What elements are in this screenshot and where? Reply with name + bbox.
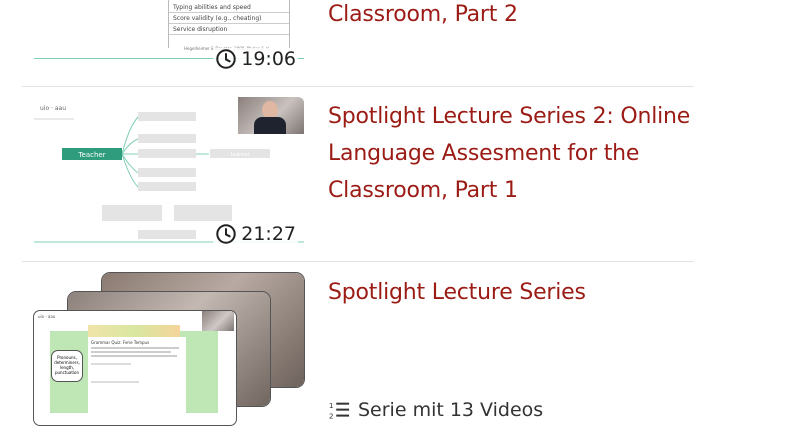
numbered-list-icon: 1 2 bbox=[329, 401, 350, 420]
video-item[interactable]: Typing abilities and speed Score validit… bbox=[22, 0, 694, 86]
duration-text: 19:06 bbox=[241, 48, 296, 70]
svg-text:1: 1 bbox=[329, 401, 334, 410]
title-line: Spotlight Lecture Series 2: Online bbox=[328, 104, 691, 129]
title-line: Spotlight Lecture Series bbox=[328, 280, 586, 305]
slide-text: Score validity (e.g., cheating) bbox=[173, 15, 262, 22]
slide-text: Typing abilities and speed bbox=[173, 4, 251, 11]
clock-icon bbox=[216, 49, 236, 69]
video-thumbnail[interactable]: uio · aau Teacher Learner 21:27 bbox=[34, 97, 304, 249]
video-title[interactable]: Spotlight Lecture Series 2: Online Langu… bbox=[328, 98, 698, 209]
thumb-page-title: Grammar Quiz: Ferie Tempus bbox=[91, 340, 150, 345]
duration-badge: 19:06 bbox=[213, 48, 298, 70]
series-item[interactable]: uio · aau Grammar Quiz: Ferie Tempus Pro… bbox=[22, 262, 694, 431]
video-item[interactable]: uio · aau Teacher Learner 21:27 Spotligh… bbox=[22, 87, 694, 261]
title-line: Classroom, Part 1 bbox=[328, 178, 518, 203]
svg-text:uio · aau: uio · aau bbox=[40, 105, 66, 112]
series-title[interactable]: Spotlight Lecture Series bbox=[328, 274, 698, 311]
speaker-video-inset bbox=[238, 97, 304, 134]
title-line: Classroom, Part 2 bbox=[328, 2, 518, 27]
series-count-label: Serie mit 13 Videos bbox=[358, 399, 544, 421]
series-count: 1 2 Serie mit 13 Videos bbox=[328, 399, 543, 421]
stack-card-front: uio · aau Grammar Quiz: Ferie Tempus Pro… bbox=[34, 311, 236, 425]
duration-badge: 21:27 bbox=[213, 223, 298, 245]
clock-icon bbox=[216, 224, 236, 244]
teacher-node-label: Teacher bbox=[77, 151, 105, 159]
video-thumbnail[interactable]: Typing abilities and speed Score validit… bbox=[34, 0, 304, 74]
series-thumbnail-stack[interactable]: uio · aau Grammar Quiz: Ferie Tempus Pro… bbox=[34, 273, 306, 427]
title-line: Language Assesment for the bbox=[328, 141, 640, 166]
duration-text: 21:27 bbox=[241, 223, 296, 245]
video-title[interactable]: Classroom, Part 2 bbox=[328, 0, 698, 33]
learner-node-label: Learner bbox=[230, 152, 250, 158]
thumb-speech-bubble: Pronouns, determiners, length, punctuati… bbox=[52, 351, 82, 381]
slide-text: Service disruption bbox=[173, 26, 228, 33]
svg-text:2: 2 bbox=[329, 411, 334, 420]
